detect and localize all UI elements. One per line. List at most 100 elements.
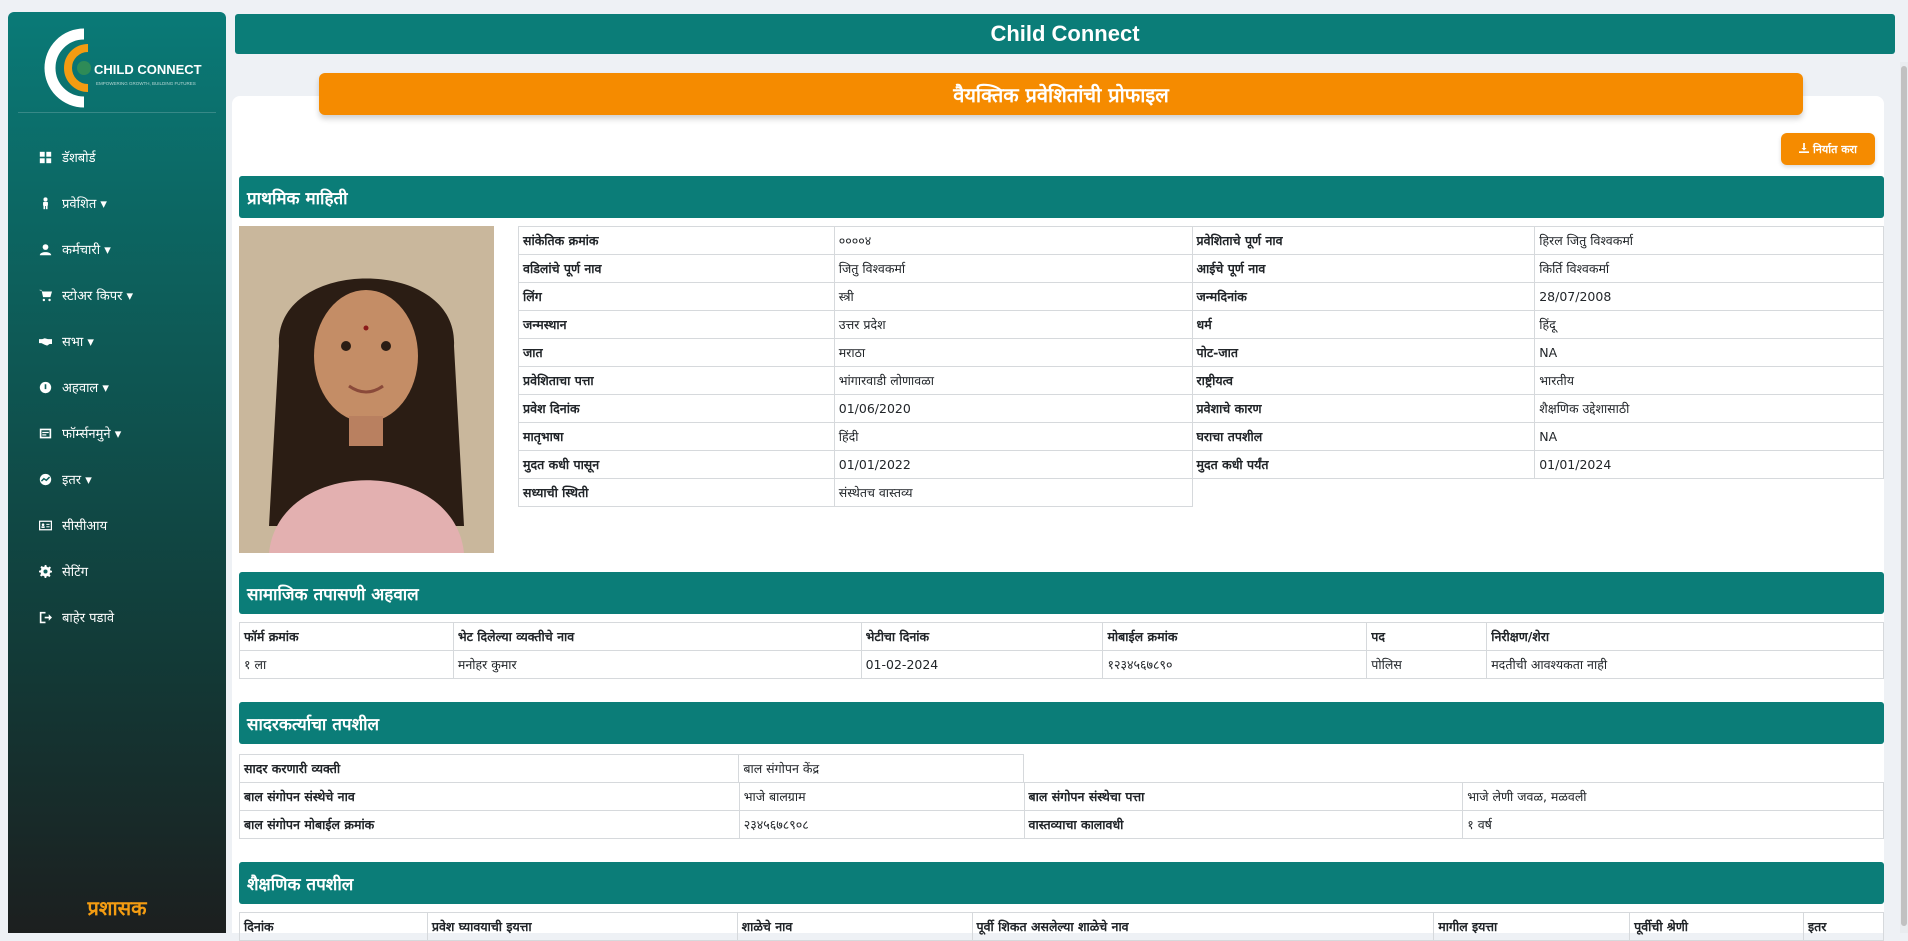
field-label: धर्म — [1191, 310, 1536, 339]
field-value: NA — [1534, 338, 1884, 367]
table-cell: १२३४५६७८९० — [1102, 650, 1368, 679]
field-label: प्रवेश दिनांक — [518, 394, 835, 423]
field-label: बाल संगोपन संस्थेचे नाव — [239, 782, 740, 811]
logo-divider — [18, 112, 216, 113]
person-icon — [38, 196, 52, 210]
field-value: ००००४ — [833, 226, 1193, 255]
sidebar-item-label: अहवाल ▾ — [62, 381, 109, 396]
table-row: सांकेतिक क्रमांक ००००४ प्रवेशिताचे पूर्ण… — [518, 226, 1884, 255]
table-cell: मदतीची आवश्यकता नाही — [1486, 650, 1884, 679]
table-row: बाल संगोपन मोबाईल क्रमांक २३४५६७८९०८ वास… — [239, 810, 1884, 839]
table-row: सादर करणारी व्यक्ती बाल संगोपन केंद्र — [238, 754, 1024, 783]
table-row: मातृभाषा हिंदी घराचा तपशील NA — [518, 422, 1884, 451]
export-button[interactable]: निर्यात करा — [1781, 133, 1875, 165]
sidebar-item-settings[interactable]: सेटिंग — [8, 548, 226, 594]
sidebar-item-dashboard[interactable]: डॅशबोर्ड — [8, 134, 226, 180]
scrollbar-thumb[interactable] — [1901, 66, 1907, 926]
brand-tagline: EMPOWERING GROWTH, BUILDING FUTURES — [96, 81, 196, 86]
sidebar-item-meetings[interactable]: सभा ▾ — [8, 318, 226, 364]
sidebar-item-admissions[interactable]: प्रवेशित ▾ — [8, 180, 226, 226]
forms-icon — [38, 426, 52, 440]
presenter-table-top: सादर करणारी व्यक्ती बाल संगोपन केंद्र — [238, 754, 1024, 783]
field-label: लिंग — [518, 282, 835, 311]
sidebar-item-label: डॅशबोर्ड — [62, 151, 96, 166]
section-title: प्राथमिक माहिती — [247, 188, 348, 209]
sidebar-item-logout[interactable]: बाहेर पडावे — [8, 594, 226, 640]
table-row: जन्मस्थान उत्तर प्रदेश धर्म हिंदू — [518, 310, 1884, 339]
field-label: मुदत कधी पासून — [518, 450, 835, 479]
empty-cell — [1535, 479, 1884, 507]
field-label: बाल संगोपन संस्थेचा पत्ता — [1023, 782, 1464, 811]
page-title-banner: वैयक्तिक प्रवेशितांची प्रोफाइल — [319, 73, 1803, 115]
sidebar-item-forms[interactable]: फॉर्म्सनमुने ▾ — [8, 410, 226, 456]
section-title: शैक्षणिक तपशील — [247, 874, 354, 895]
sidebar-item-label: सभा ▾ — [62, 335, 94, 350]
field-value: 01/01/2022 — [833, 450, 1193, 479]
table-row: लिंग स्त्री जन्मदिनांक 28/07/2008 — [518, 282, 1884, 311]
sidebar-item-label: इतर ▾ — [62, 473, 92, 488]
empty-cell — [1192, 479, 1535, 507]
field-value: उत्तर प्रदेश — [833, 310, 1193, 339]
field-value: हिंदू — [1534, 310, 1884, 339]
field-value: जितु विश्वकर्मा — [833, 254, 1193, 283]
column-header: मागील इयत्ता — [1433, 912, 1631, 941]
field-value: बाल संगोपन केंद्र — [738, 754, 1024, 783]
field-label: प्रवेशिताचा पत्ता — [518, 366, 835, 395]
report-icon — [38, 380, 52, 394]
logout-icon — [38, 610, 52, 624]
field-value: स्त्री — [833, 282, 1193, 311]
column-header: दिनांक — [239, 912, 428, 941]
section-title: सामाजिक तपासणी अहवाल — [247, 584, 419, 605]
table-row: मुदत कधी पासून 01/01/2022 मुदत कधी पर्यं… — [518, 450, 1884, 479]
field-label: प्रवेशाचे कारण — [1191, 394, 1536, 423]
field-value: भांगारवाडी लोणावळा — [833, 366, 1193, 395]
user-icon — [38, 242, 52, 256]
sidebar-item-reports[interactable]: अहवाल ▾ — [8, 364, 226, 410]
column-header: पूर्वी शिकत असलेल्या शाळेचे नाव — [971, 912, 1435, 941]
field-value: भारतीय — [1534, 366, 1884, 395]
field-value: भाजे बालग्राम — [738, 782, 1025, 811]
column-header: निरीक्षण/शेरा — [1486, 622, 1884, 651]
field-label: जन्मस्थान — [518, 310, 835, 339]
field-value: 01/06/2020 — [833, 394, 1193, 423]
table-row: १ ला मनोहर कुमार 01-02-2024 १२३४५६७८९० प… — [239, 650, 1884, 679]
table-row: सध्याची स्थिती संस्थेतच वास्तव्य — [518, 478, 1884, 507]
table-header-row: दिनांक प्रवेश घ्यावयाची इयत्ता शाळेचे ना… — [239, 912, 1885, 941]
sidebar-menu: डॅशबोर्ड प्रवेशित ▾ कर्मचारी ▾ स्टोअर कि… — [8, 134, 226, 640]
table-cell: पोलिस — [1366, 650, 1488, 679]
field-label: राष्ट्रीयत्व — [1191, 366, 1536, 395]
column-header: भेट दिलेल्या व्यक्तीचे नाव — [452, 622, 862, 651]
sidebar-item-staff[interactable]: कर्मचारी ▾ — [8, 226, 226, 272]
sidebar-item-cci[interactable]: सीसीआय — [8, 502, 226, 548]
field-value: मराठा — [833, 338, 1193, 367]
sidebar-item-other[interactable]: इतर ▾ — [8, 456, 226, 502]
gear-icon — [38, 564, 52, 578]
field-value: संस्थेतच वास्तव्य — [833, 478, 1193, 507]
export-label: निर्यात करा — [1812, 142, 1858, 156]
page-scrollbar[interactable] — [1900, 62, 1908, 933]
field-label: मुदत कधी पर्यंत — [1191, 450, 1536, 479]
column-header: शाळेचे नाव — [736, 912, 973, 941]
sidebar-item-store-keeper[interactable]: स्टोअर किपर ▾ — [8, 272, 226, 318]
user-role-label: प्रशासक — [87, 896, 147, 920]
field-label: पोट-जात — [1191, 338, 1536, 367]
field-label: जन्मदिनांक — [1191, 282, 1536, 311]
field-value: 01/01/2024 — [1534, 450, 1884, 479]
sidebar-item-label: सेटिंग — [62, 565, 89, 580]
section-header-primary: प्राथमिक माहिती — [239, 176, 1884, 218]
sidebar-item-label: फॉर्म्सनमुने ▾ — [62, 427, 122, 442]
table-row: जात मराठा पोट-जात NA — [518, 338, 1884, 367]
brand-logo[interactable]: CHILD CONNECT EMPOWERING GROWTH, BUILDIN… — [32, 24, 212, 112]
field-value: शैक्षणिक उद्देशासाठी — [1534, 394, 1884, 423]
sidebar: CHILD CONNECT EMPOWERING GROWTH, BUILDIN… — [8, 12, 226, 933]
field-value: २३४५६७८९०८ — [738, 810, 1025, 839]
field-label: वडिलांचे पूर्ण नाव — [518, 254, 835, 283]
column-header: पद — [1366, 622, 1488, 651]
table-row: प्रवेश दिनांक 01/06/2020 प्रवेशाचे कारण … — [518, 394, 1884, 423]
sidebar-item-label: बाहेर पडावे — [62, 611, 115, 626]
table-cell: १ ला — [239, 650, 454, 679]
table-row: बाल संगोपन संस्थेचे नाव भाजे बालग्राम बा… — [239, 782, 1884, 811]
download-icon — [1798, 142, 1809, 156]
app-title: Child Connect — [990, 21, 1140, 46]
handshake-icon — [38, 334, 52, 348]
